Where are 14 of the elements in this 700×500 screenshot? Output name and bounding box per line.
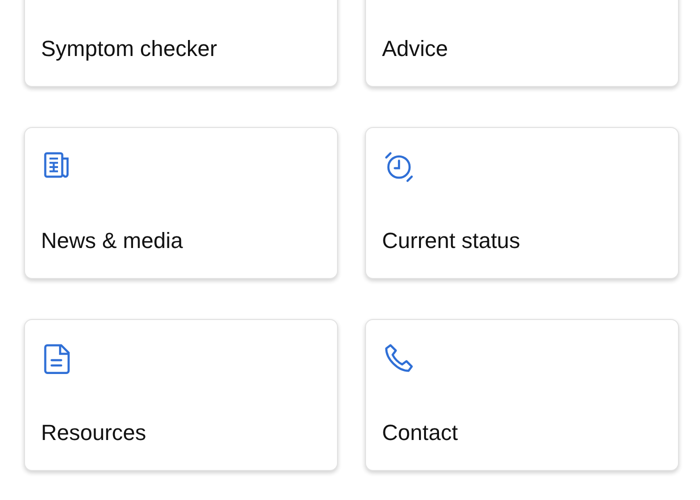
- card-label: Symptom checker: [41, 36, 218, 62]
- card-label: Contact: [382, 420, 459, 446]
- card[interactable]: Contact: [365, 319, 679, 471]
- card[interactable]: Symptom checker: [24, 0, 338, 87]
- card-label: Advice: [382, 36, 450, 62]
- card[interactable]: Current status: [365, 127, 679, 279]
- card[interactable]: Advice: [365, 0, 679, 87]
- card[interactable]: Resources: [24, 319, 338, 471]
- card-label: News & media: [41, 228, 184, 254]
- phone-icon: [382, 341, 416, 375]
- card[interactable]: News & media: [24, 127, 338, 279]
- card-label: Resources: [41, 420, 148, 446]
- card-label: Current status: [382, 228, 522, 254]
- alarm-clock-icon: [382, 149, 416, 183]
